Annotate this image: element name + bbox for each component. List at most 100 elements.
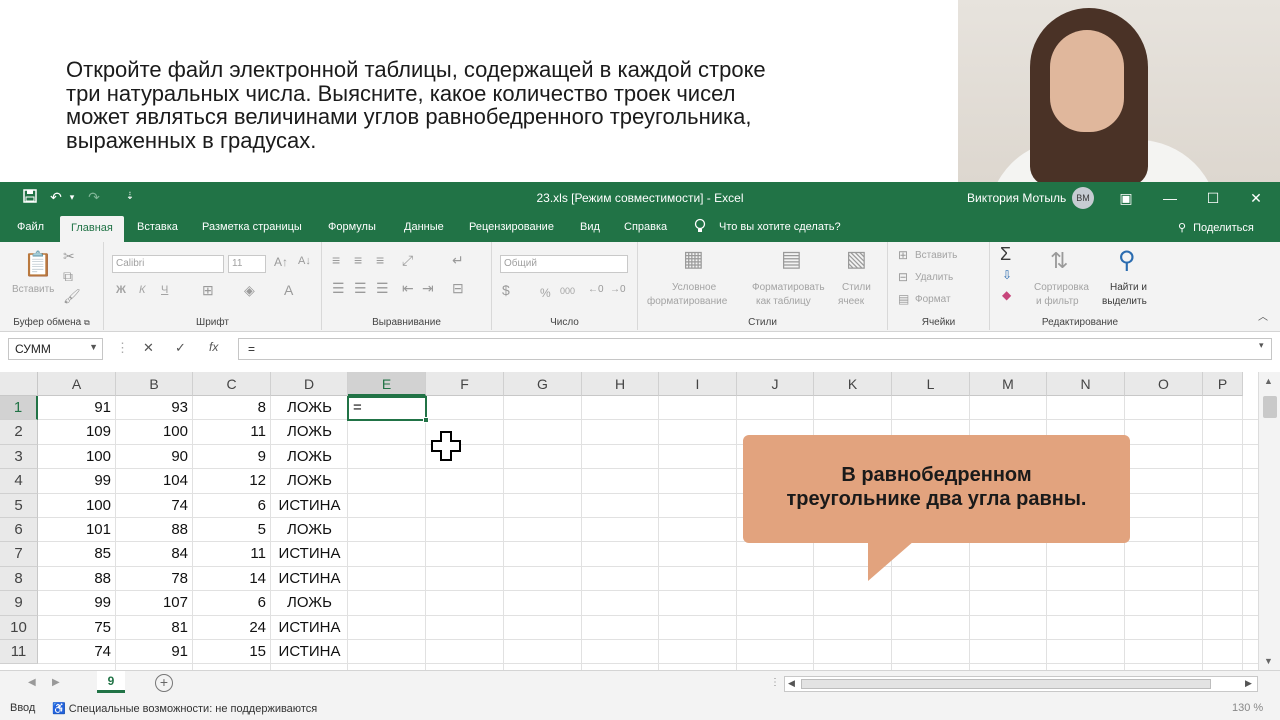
format-painter-icon[interactable]: 🖌 xyxy=(63,288,81,305)
column-header-p[interactable]: P xyxy=(1203,372,1243,396)
format-cells-button[interactable]: Формат xyxy=(915,294,951,305)
cell-b7[interactable]: 84 xyxy=(116,542,193,566)
ribbon-display-icon[interactable]: ▣ xyxy=(1116,188,1136,208)
column-header-m[interactable]: M xyxy=(970,372,1047,396)
cell-a11[interactable]: 74 xyxy=(38,640,116,664)
font-name-select[interactable]: Calibri xyxy=(112,255,224,273)
cell-styles-icon[interactable]: ▧ xyxy=(846,246,867,272)
autosum-icon[interactable]: Σ xyxy=(1000,244,1011,265)
column-header-c[interactable]: C xyxy=(193,372,271,396)
cell-b4[interactable]: 104 xyxy=(116,469,193,493)
cell-a1[interactable]: 91 xyxy=(38,396,116,420)
align-bottom-icon[interactable]: ≡ xyxy=(376,252,384,268)
increase-decimal-icon[interactable]: ←0 xyxy=(588,284,604,295)
wrap-text-icon[interactable]: ↵ xyxy=(452,252,464,269)
cell-c3[interactable]: 9 xyxy=(193,445,271,469)
tell-me-input[interactable]: Что вы хотите сделать? xyxy=(719,221,841,233)
select-all-corner[interactable] xyxy=(0,372,38,396)
cell-c9[interactable]: 6 xyxy=(193,591,271,615)
cell-b11[interactable]: 91 xyxy=(116,640,193,664)
cell-styles-label2[interactable]: ячеек xyxy=(838,296,864,307)
clear-icon[interactable]: ◆ xyxy=(1002,288,1011,302)
cell-d9[interactable]: ЛОЖЬ xyxy=(271,591,348,615)
zoom-level[interactable]: 130 % xyxy=(1232,702,1263,714)
cell-a9[interactable]: 99 xyxy=(38,591,116,615)
borders-icon[interactable]: ⊞ xyxy=(202,282,214,299)
orientation-icon[interactable]: ⤢ xyxy=(402,252,413,269)
cell-b1[interactable]: 93 xyxy=(116,396,193,420)
cell-c1[interactable]: 8 xyxy=(193,396,271,420)
fill-handle[interactable] xyxy=(423,417,429,423)
cell-c7[interactable]: 11 xyxy=(193,542,271,566)
cell-c11[interactable]: 15 xyxy=(193,640,271,664)
format-cells-icon[interactable]: ▤ xyxy=(898,292,909,306)
close-icon[interactable]: ✕ xyxy=(1246,188,1266,208)
tab-view[interactable]: Вид xyxy=(580,221,600,233)
underline-button[interactable]: Ч xyxy=(161,284,168,296)
column-header-j[interactable]: J xyxy=(737,372,814,396)
align-left-icon[interactable]: ☰ xyxy=(332,280,345,297)
decrease-decimal-icon[interactable]: →0 xyxy=(610,284,626,295)
scroll-up-icon[interactable]: ▲ xyxy=(1264,376,1273,386)
cell-d5[interactable]: ИСТИНА xyxy=(271,494,348,518)
cell-a8[interactable]: 88 xyxy=(38,567,116,591)
collapse-ribbon-icon[interactable]: ︿ xyxy=(1258,308,1268,323)
format-as-table-label2[interactable]: как таблицу xyxy=(756,296,811,307)
copy-icon[interactable]: ⧉ xyxy=(63,268,73,285)
cell-a10[interactable]: 75 xyxy=(38,616,116,640)
align-center-icon[interactable]: ☰ xyxy=(354,280,367,297)
tab-review[interactable]: Рецензирование xyxy=(469,221,554,233)
scroll-left-icon[interactable]: ◀ xyxy=(788,678,795,689)
name-box[interactable]: СУММ ▼ xyxy=(8,338,103,360)
cell-b3[interactable]: 90 xyxy=(116,445,193,469)
tab-split-icon[interactable]: ⋮ xyxy=(770,677,780,688)
column-header-e[interactable]: E xyxy=(348,372,426,396)
sort-filter-label2[interactable]: и фильтр xyxy=(1036,296,1079,307)
merge-center-icon[interactable]: ⊟ xyxy=(452,280,464,297)
cell-d10[interactable]: ИСТИНА xyxy=(271,616,348,640)
insert-cells-icon[interactable]: ⊞ xyxy=(898,248,908,262)
column-header-o[interactable]: O xyxy=(1125,372,1203,396)
bold-button[interactable]: Ж xyxy=(116,284,126,296)
cell-d8[interactable]: ИСТИНА xyxy=(271,567,348,591)
maximize-icon[interactable]: ☐ xyxy=(1203,188,1223,208)
delete-cells-button[interactable]: Удалить xyxy=(915,272,953,283)
column-header-f[interactable]: F xyxy=(426,372,504,396)
scroll-down-icon[interactable]: ▼ xyxy=(1264,656,1273,666)
cell-a7[interactable]: 85 xyxy=(38,542,116,566)
column-header-n[interactable]: N xyxy=(1047,372,1125,396)
add-sheet-button[interactable]: + xyxy=(155,674,173,692)
tab-insert[interactable]: Вставка xyxy=(137,221,178,233)
tab-formulas[interactable]: Формулы xyxy=(328,221,376,233)
accessibility-status[interactable]: ♿ Специальные возможности: не поддержива… xyxy=(52,702,317,715)
scroll-right-icon[interactable]: ▶ xyxy=(1245,678,1252,689)
cell-a3[interactable]: 100 xyxy=(38,445,116,469)
column-header-g[interactable]: G xyxy=(504,372,582,396)
cell-b5[interactable]: 74 xyxy=(116,494,193,518)
cell-a2[interactable]: 109 xyxy=(38,420,116,444)
column-header-d[interactable]: D xyxy=(271,372,348,396)
fill-icon[interactable]: ⇩ xyxy=(1002,268,1012,282)
cell-d7[interactable]: ИСТИНА xyxy=(271,542,348,566)
column-header-a[interactable]: A xyxy=(38,372,116,396)
column-header-k[interactable]: K xyxy=(814,372,892,396)
chevron-down-icon[interactable]: ▼ xyxy=(89,342,98,352)
delete-cells-icon[interactable]: ⊟ xyxy=(898,270,908,284)
tab-help[interactable]: Справка xyxy=(624,221,667,233)
column-header-b[interactable]: B xyxy=(116,372,193,396)
format-as-table-label1[interactable]: Форматировать xyxy=(752,282,825,293)
next-sheet-icon[interactable]: ▶ xyxy=(52,677,60,688)
cell-b2[interactable]: 100 xyxy=(116,420,193,444)
tab-home[interactable]: Главная xyxy=(60,216,124,242)
column-header-h[interactable]: H xyxy=(582,372,659,396)
sheet-tab[interactable]: 9 xyxy=(97,671,125,693)
conditional-formatting-label2[interactable]: форматирование xyxy=(647,296,727,307)
row-header[interactable]: 7 xyxy=(0,542,38,567)
expand-formula-bar-icon[interactable]: ▾ xyxy=(1259,340,1264,351)
format-as-table-icon[interactable]: ▤ xyxy=(781,246,802,272)
thousands-button[interactable]: 000 xyxy=(560,286,575,296)
share-button[interactable]: ⚲ Поделиться xyxy=(1178,221,1254,234)
fill-color-icon[interactable]: ◈ xyxy=(244,282,255,299)
cell-d6[interactable]: ЛОЖЬ xyxy=(271,518,348,542)
cell-c8[interactable]: 14 xyxy=(193,567,271,591)
